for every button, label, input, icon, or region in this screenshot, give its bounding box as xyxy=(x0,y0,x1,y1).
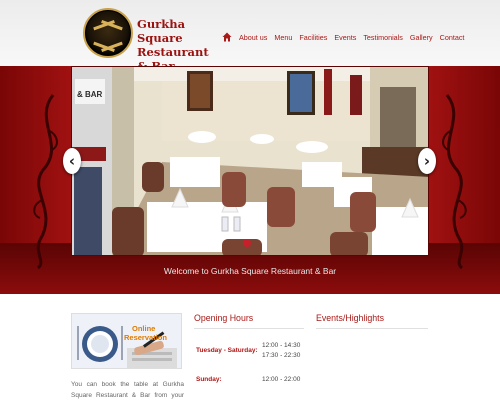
hours-time-sunday: 12:00 - 22:00 xyxy=(262,376,301,383)
nav-events[interactable]: Events xyxy=(334,33,356,42)
nav-testimonials[interactable]: Testimonials xyxy=(363,33,403,42)
events-divider xyxy=(316,328,428,329)
events-title: Events/Highlights xyxy=(316,313,384,323)
brand-name[interactable]: Gurkha Square Restaurant & Bar xyxy=(137,17,209,73)
hours-day-sunday: Sunday: xyxy=(196,376,222,383)
nav-facilities[interactable]: Facilities xyxy=(299,33,327,42)
hours-time-tue-sat-dinner: 17:30 - 22:30 xyxy=(262,352,301,359)
nav-menu[interactable]: Menu xyxy=(274,33,292,42)
hero-slider[interactable]: & BAR xyxy=(71,66,429,256)
slider-prev-button[interactable]: ‹ xyxy=(63,148,81,174)
slider-caption: Welcome to Gurkha Square Restaurant & Ba… xyxy=(163,266,337,276)
nav-contact[interactable]: Contact xyxy=(440,33,465,42)
opening-hours-divider xyxy=(194,328,304,329)
reservation-badge-line1: Online xyxy=(132,324,155,333)
left-swirl-ornament xyxy=(33,94,58,270)
home-icon[interactable] xyxy=(222,32,232,42)
reservation-badge-line2: Reservation xyxy=(124,333,167,342)
restaurant-interior-photo: & BAR xyxy=(72,67,428,255)
right-swirl-ornament xyxy=(442,94,467,270)
hours-day-tue-sat: Tuesday - Saturday: xyxy=(196,347,258,354)
reservation-image: Online Reservation xyxy=(72,314,181,368)
online-reservation-banner[interactable]: Online Reservation xyxy=(71,313,182,369)
opening-hours-title: Opening Hours xyxy=(194,313,254,323)
nav-gallery[interactable]: Gallery xyxy=(410,33,433,42)
slider-next-button[interactable]: › xyxy=(418,148,436,174)
nav-about-us[interactable]: About us xyxy=(239,33,267,42)
main-nav: About us Menu Facilities Events Testimon… xyxy=(222,31,464,43)
hours-time-tue-sat-lunch: 12:00 - 14:30 xyxy=(262,342,301,349)
bar-sign-text: & BAR xyxy=(77,90,103,99)
brand-line-1: Gurkha Square xyxy=(137,17,186,45)
reservation-text: You can book the table at Gurkha Square … xyxy=(71,381,184,399)
restaurant-logo[interactable] xyxy=(83,8,133,58)
